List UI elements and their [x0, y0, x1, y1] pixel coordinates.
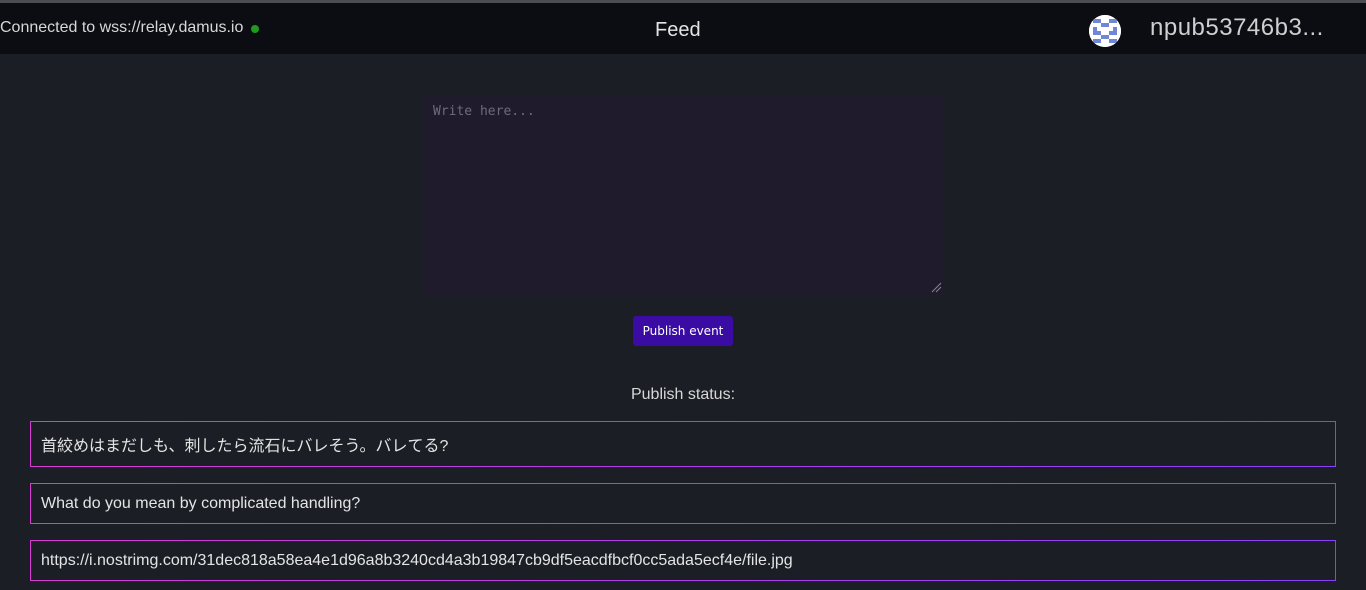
feed-event-content: 首絞めはまだしも、刺したら流石にバレそう。バレてる? [41, 438, 449, 455]
page-title: Feed [655, 19, 701, 41]
feed-event-content: https://i.nostrimg.com/31dec818a58ea4e1d… [41, 551, 793, 569]
publish-event-button[interactable]: Publish event [633, 316, 733, 346]
feed-event[interactable]: What do you mean by complicated handling… [30, 483, 1336, 524]
feed-event[interactable]: https://i.nostrimg.com/31dec818a58ea4e1d… [30, 540, 1336, 581]
user-npub[interactable]: npub53746b3... [1150, 14, 1324, 42]
feed-event-content: What do you mean by complicated handling… [41, 494, 361, 512]
connection-status: Connected to wss://relay.damus.io [0, 19, 260, 37]
note-composer-input[interactable] [423, 96, 944, 295]
feed-event[interactable]: 首絞めはまだしも、刺したら流石にバレそう。バレてる? [30, 421, 1336, 467]
top-bar: Connected to wss://relay.damus.io Feed n… [0, 3, 1366, 54]
resize-handle-icon[interactable] [930, 281, 942, 293]
identicon-icon [1089, 15, 1121, 47]
connected-indicator-icon [251, 25, 260, 33]
avatar[interactable] [1089, 15, 1121, 47]
publish-status-label: Publish status: [630, 386, 736, 403]
connection-status-text: Connected to wss://relay.damus.io [0, 19, 244, 36]
